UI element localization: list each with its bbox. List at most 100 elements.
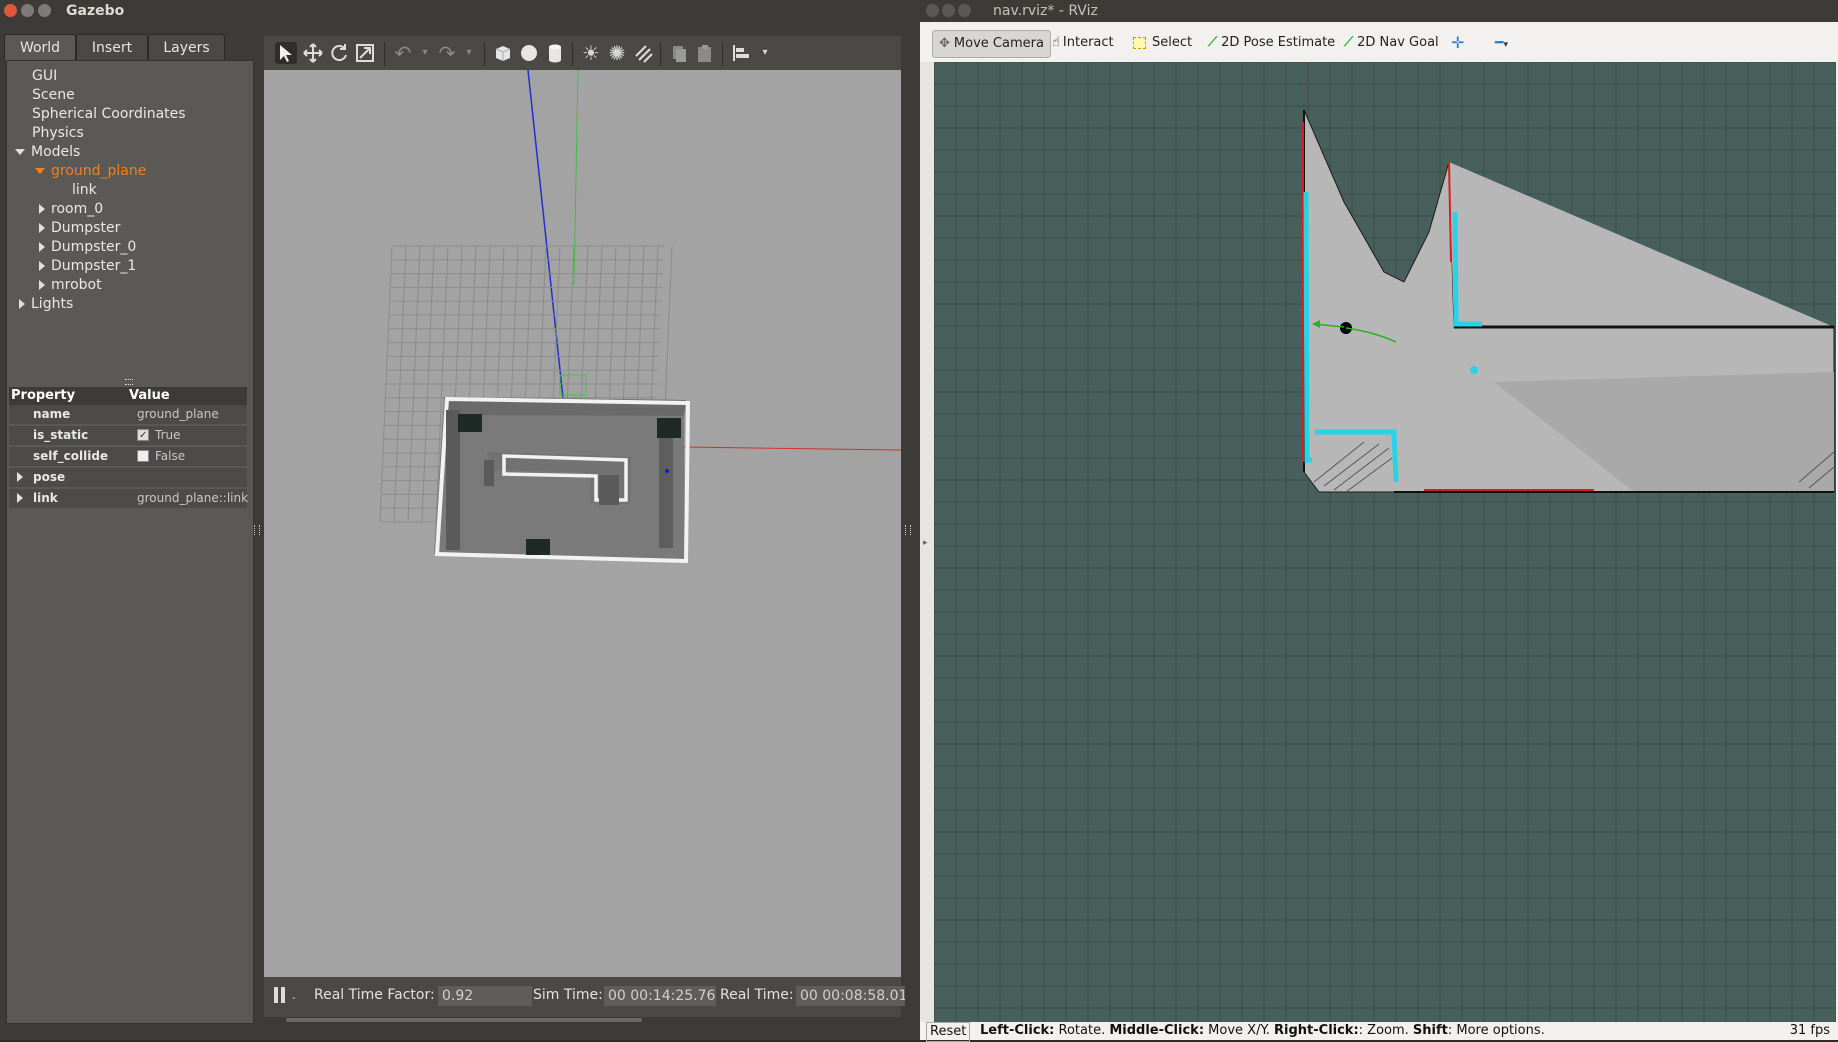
gazebo-toolbar: ↶ ▾ ↷ ▾ ☀ ✺ ▾ xyxy=(264,36,901,70)
expand-right-icon[interactable] xyxy=(17,472,23,482)
tree-item-mrobot[interactable]: mrobot xyxy=(39,277,102,293)
redo-icon[interactable]: ↷ xyxy=(436,42,458,64)
lights-label: Lights xyxy=(31,296,74,312)
scrollbar-thumb[interactable] xyxy=(286,1018,642,1022)
dumpster-1-label: Dumpster_1 xyxy=(51,258,137,274)
property-row-self-collide[interactable]: self_collide False xyxy=(9,447,247,468)
redo-dropdown-icon[interactable]: ▾ xyxy=(458,42,480,64)
property-row-name[interactable]: name ground_plane xyxy=(9,405,247,426)
expand-down-icon[interactable] xyxy=(35,168,45,174)
splitter-handle[interactable] xyxy=(125,379,133,385)
tree-item-link[interactable]: link xyxy=(72,182,97,198)
tree-item-dumpster[interactable]: Dumpster xyxy=(39,220,120,236)
world-panel: GUI Scene Spherical Coordinates Physics … xyxy=(6,60,254,1024)
tab-world[interactable]: World xyxy=(4,34,76,61)
rotate-icon[interactable] xyxy=(328,42,350,64)
hint-right-click: Right-Click: xyxy=(1274,1023,1359,1038)
hint-shift: Shift xyxy=(1412,1023,1448,1038)
tab-layers[interactable]: Layers xyxy=(148,34,225,61)
tree-item-lights[interactable]: Lights xyxy=(19,296,73,312)
close-icon[interactable] xyxy=(926,4,939,17)
panel-splitter-handle[interactable] xyxy=(254,525,260,535)
tree-item-scene[interactable]: Scene xyxy=(32,87,75,103)
checkbox-unchecked[interactable] xyxy=(137,449,149,462)
select-arrow-icon[interactable] xyxy=(275,42,297,64)
cylinder-shape-icon[interactable] xyxy=(544,42,566,64)
property-row-link[interactable]: link ground_plane::link xyxy=(9,489,248,510)
align-dropdown-icon[interactable]: ▾ xyxy=(754,42,776,64)
move-camera-icon: ✥ xyxy=(939,36,950,51)
value-column-header: Value xyxy=(129,388,170,403)
expand-right-icon[interactable] xyxy=(39,204,45,214)
spot-light-icon[interactable]: ✺ xyxy=(606,42,628,64)
scale-icon[interactable] xyxy=(354,42,376,64)
sim-time-value: 00 00:14:25.768 xyxy=(604,986,716,1006)
gazebo-titlebar: Gazebo xyxy=(0,0,920,22)
expand-right-icon[interactable] xyxy=(39,242,45,252)
select-tool[interactable]: Select xyxy=(1133,30,1192,56)
copy-icon[interactable] xyxy=(668,42,690,64)
property-key: is_static xyxy=(33,428,89,442)
tree-item-dumpster-0[interactable]: Dumpster_0 xyxy=(39,239,136,255)
hint-move: Move X/Y. xyxy=(1204,1023,1275,1038)
move-camera-tool[interactable]: ✥ Move Camera xyxy=(932,30,1051,58)
tree-item-room-0[interactable]: room_0 xyxy=(39,201,103,217)
tree-item-dumpster-1[interactable]: Dumpster_1 xyxy=(39,258,136,274)
add-tool-icon[interactable]: ✛ xyxy=(1451,30,1464,56)
paste-icon[interactable] xyxy=(694,42,716,64)
hint-zoom: : Zoom. xyxy=(1358,1023,1413,1038)
expand-right-icon[interactable] xyxy=(39,261,45,271)
property-value: True xyxy=(155,428,181,442)
property-row-pose[interactable]: pose xyxy=(9,468,247,489)
checkbox-checked[interactable]: ✓ xyxy=(137,428,149,441)
directional-light-icon[interactable] xyxy=(632,42,654,64)
expand-right-icon[interactable] xyxy=(39,280,45,290)
tree-item-ground-plane[interactable]: ground_plane xyxy=(35,163,146,179)
interact-tool[interactable]: ☝ Interact xyxy=(1052,30,1114,56)
2d-pose-estimate-tool[interactable]: ⟋ 2D Pose Estimate xyxy=(1208,30,1335,56)
expand-right-icon[interactable] xyxy=(17,493,23,503)
maximize-icon[interactable] xyxy=(38,4,51,17)
tab-insert[interactable]: Insert xyxy=(76,34,148,61)
pause-icon[interactable] xyxy=(274,987,278,1003)
rviz-left-collapse-bar[interactable]: ▸ xyxy=(920,62,934,1022)
panel-splitter-handle-right[interactable] xyxy=(905,525,911,535)
remove-tool-icon[interactable]: ━▾ xyxy=(1495,30,1508,56)
box-shape-icon[interactable] xyxy=(492,42,514,64)
expand-right-icon[interactable] xyxy=(19,299,25,309)
tree-item-spherical-coordinates[interactable]: Spherical Coordinates xyxy=(32,106,186,122)
toolbar-separator xyxy=(722,42,723,66)
translate-icon[interactable] xyxy=(302,42,324,64)
reset-button[interactable]: Reset xyxy=(926,1022,971,1042)
sphere-shape-icon[interactable] xyxy=(518,42,540,64)
rviz-3d-view[interactable] xyxy=(934,62,1836,1022)
property-row-is-static[interactable]: is_static ✓ True xyxy=(9,426,247,447)
expand-down-icon[interactable] xyxy=(15,149,25,155)
maximize-icon[interactable] xyxy=(958,4,971,17)
mrobot-label: mrobot xyxy=(51,277,102,293)
gazebo-3d-viewport[interactable] xyxy=(264,70,901,977)
align-icon[interactable] xyxy=(730,42,752,64)
undo-dropdown-icon[interactable]: ▾ xyxy=(414,42,436,64)
collapse-arrow-icon[interactable]: ▸ xyxy=(923,538,928,548)
expand-right-icon[interactable] xyxy=(39,223,45,233)
move-camera-label: Move Camera xyxy=(953,36,1044,51)
2d-nav-goal-tool[interactable]: ⟋ 2D Nav Goal xyxy=(1344,30,1439,56)
tree-item-gui[interactable]: GUI xyxy=(32,68,57,84)
minimize-icon[interactable] xyxy=(942,4,955,17)
hint-middle-click: Middle-Click: xyxy=(1109,1023,1205,1038)
step-dropdown-icon[interactable]: - xyxy=(292,993,296,1004)
ground-plane-label: ground_plane xyxy=(51,163,147,179)
point-light-icon[interactable]: ☀ xyxy=(580,42,602,64)
horizontal-scrollbar[interactable] xyxy=(264,1017,901,1023)
pose-estimate-label: 2D Pose Estimate xyxy=(1221,35,1336,50)
tree-item-physics[interactable]: Physics xyxy=(32,125,84,141)
tree-item-models[interactable]: Models xyxy=(15,144,80,160)
rviz-titlebar: nav.rviz* - RViz xyxy=(920,0,1838,22)
property-key: link xyxy=(33,491,58,505)
rviz-statusbar: Reset Left-Click: Rotate. Middle-Click: … xyxy=(920,1022,1838,1042)
close-icon[interactable] xyxy=(4,4,17,17)
minimize-icon[interactable] xyxy=(21,4,34,17)
undo-icon[interactable]: ↶ xyxy=(392,42,414,64)
property-value-wrap: ✓ True xyxy=(137,426,181,445)
